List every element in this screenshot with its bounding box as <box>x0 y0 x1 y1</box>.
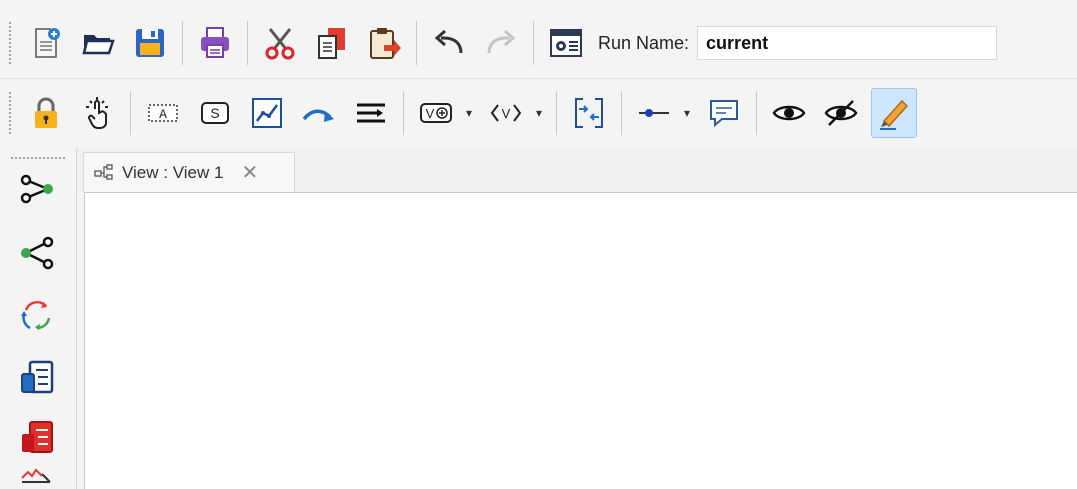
line-graph-icon <box>252 98 282 128</box>
stock-s-button[interactable]: S <box>193 91 237 135</box>
separator <box>621 91 622 135</box>
separator <box>416 21 417 65</box>
edit-button[interactable] <box>871 88 917 138</box>
run-settings-window-icon <box>550 29 582 57</box>
clipboard-paste-icon <box>370 28 401 59</box>
save-icon <box>136 29 164 57</box>
left-palette <box>0 148 77 489</box>
hide-button[interactable] <box>819 91 863 135</box>
text-a-button[interactable]: A <box>141 91 185 135</box>
curved-arrow-icon <box>302 109 334 122</box>
graph-button[interactable] <box>245 91 289 135</box>
separator <box>130 91 131 135</box>
undo-button[interactable] <box>427 21 471 65</box>
separator <box>556 91 557 135</box>
separator <box>403 91 404 135</box>
tab-label: View : View 1 <box>122 162 224 182</box>
scissors-icon <box>265 28 295 60</box>
run-name-group: Run Name: <box>598 21 998 65</box>
variable-add-icon: V <box>420 103 452 123</box>
comment-button[interactable] <box>702 91 746 135</box>
run-name-input[interactable] <box>697 26 998 60</box>
variable-add-dropdown-arrow[interactable]: ▾ <box>462 91 476 135</box>
app-window: Run Name: A <box>0 0 1077 489</box>
run-name-label: Run Name: <box>598 32 690 53</box>
new-document-icon <box>35 28 60 58</box>
lock-button[interactable] <box>24 91 68 135</box>
print-button[interactable] <box>193 21 237 65</box>
eye-crossed-icon <box>824 100 858 126</box>
separator <box>247 21 248 65</box>
tree-forward-icon <box>20 174 53 204</box>
document-blue-icon <box>21 360 54 394</box>
tree-backward-icon <box>21 236 54 270</box>
eye-icon <box>772 105 806 121</box>
stock-s-icon: S <box>201 102 229 124</box>
padlock-icon <box>35 97 57 128</box>
collapse-arrows-icon <box>575 98 603 128</box>
paste-button[interactable] <box>362 21 406 65</box>
separator <box>756 91 757 135</box>
show-button[interactable] <box>767 91 811 135</box>
comment-bubble-icon <box>710 100 738 128</box>
toolbar-grip[interactable] <box>8 21 12 65</box>
variable-tag-dropdown-arrow[interactable]: ▾ <box>532 91 546 135</box>
close-icon[interactable]: ✕ <box>241 163 258 183</box>
editor-tab-bar: View : View 1 ✕ <box>77 148 1077 192</box>
slider-icon <box>639 109 669 117</box>
text-box-a-icon: A <box>148 104 178 122</box>
copy-icon <box>318 28 345 59</box>
pointer-hand-button[interactable] <box>76 91 120 135</box>
undo-arrow-icon <box>434 29 463 54</box>
document-blue-button[interactable] <box>14 354 60 400</box>
align-lines-icon <box>357 103 385 123</box>
forward-tree-button[interactable] <box>14 166 60 212</box>
document-red-button[interactable] <box>14 414 60 460</box>
variable-tag-button[interactable]: V <box>484 91 528 135</box>
svg-text:V: V <box>502 106 511 121</box>
variable-angle-icon: V <box>490 104 522 122</box>
redo-button[interactable] <box>479 21 523 65</box>
print-icon <box>201 27 229 58</box>
pencil-icon <box>880 99 909 130</box>
palette-grip[interactable] <box>10 156 66 160</box>
open-folder-icon <box>82 35 115 55</box>
separator <box>533 21 534 65</box>
drawing-toolbar: A S V ▾ V ▾ ▾ <box>0 80 1077 146</box>
main-toolbar: Run Name: <box>0 8 1077 79</box>
svg-text:A: A <box>159 107 167 122</box>
align-button[interactable] <box>349 91 393 135</box>
hand-pointer-icon <box>86 97 108 129</box>
loops-button[interactable] <box>14 292 60 338</box>
variable-add-button[interactable]: V <box>414 91 458 135</box>
copy-button[interactable] <box>310 21 354 65</box>
svg-text:S: S <box>210 105 219 121</box>
backward-tree-button[interactable] <box>14 230 60 276</box>
run-settings-button[interactable] <box>544 21 588 65</box>
separator <box>182 21 183 65</box>
chart-partial-button[interactable] <box>14 466 60 489</box>
tab-view-1[interactable]: View : View 1 ✕ <box>83 152 295 192</box>
slider-button[interactable] <box>632 91 676 135</box>
open-folder-button[interactable] <box>76 21 120 65</box>
document-red-icon <box>22 421 53 453</box>
svg-text:V: V <box>426 106 435 121</box>
toolbar-grip[interactable] <box>8 91 12 135</box>
cycle-arrows-icon <box>21 300 51 330</box>
collapse-expand-button[interactable] <box>567 91 611 135</box>
redo-arrow-icon <box>487 29 516 54</box>
view-diagram-icon <box>94 163 118 183</box>
save-button[interactable] <box>128 21 172 65</box>
chart-icon <box>21 468 51 483</box>
new-document-button[interactable] <box>24 21 68 65</box>
cut-button[interactable] <box>258 21 302 65</box>
diagram-canvas[interactable] <box>84 192 1077 489</box>
flow-arrow-button[interactable] <box>297 91 341 135</box>
slider-dropdown-arrow[interactable]: ▾ <box>680 91 694 135</box>
